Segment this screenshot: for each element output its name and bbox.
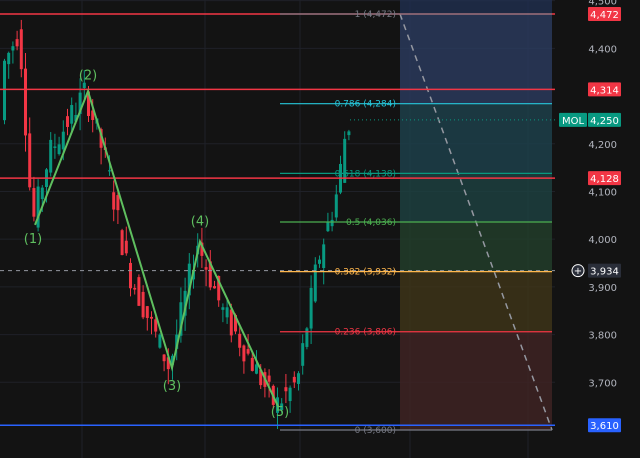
candle-body — [49, 139, 53, 173]
candle-body — [158, 334, 162, 348]
price-axis-tick: 3,900 — [588, 283, 617, 294]
wave-label: (5) — [271, 405, 289, 420]
price-tag-label: 4,472 — [590, 10, 619, 21]
price-tag-label: 4,128 — [590, 174, 619, 185]
price-axis-tick: 4,100 — [588, 187, 617, 198]
fib-band — [400, 14, 552, 104]
candle-body — [57, 144, 61, 155]
candle-body — [221, 307, 225, 310]
candle-body — [15, 39, 19, 47]
price-tag-label: 4,314 — [590, 85, 619, 96]
candle-body — [129, 262, 132, 289]
candle-body — [7, 52, 11, 65]
fib-level-label: 0.618 (4,138) — [335, 169, 396, 179]
price-axis-tick: 3,700 — [588, 378, 617, 389]
symbol-tag-label: MOL — [562, 116, 584, 127]
candle-body — [108, 170, 111, 172]
candle-body — [326, 221, 330, 232]
fib-level-label: 0.786 (4,284) — [335, 100, 396, 110]
candle-body — [250, 357, 254, 371]
fibonacci-bands — [399, 0, 553, 431]
candle-body — [53, 146, 57, 148]
candle-body — [267, 375, 271, 382]
candle-body — [255, 364, 258, 374]
candle-body — [322, 244, 326, 269]
candle-body — [225, 307, 229, 318]
crosshair-icon-glyph: + — [574, 266, 582, 277]
candle-body — [238, 333, 242, 348]
price-axis[interactable]: 4,500 4,400 4,200 4,100 4,000 3,900 3,800 3,700… — [555, 0, 640, 458]
wave-label: (2) — [79, 68, 97, 83]
candle-body — [284, 387, 288, 392]
candle-body — [150, 316, 153, 319]
candle-body — [133, 287, 137, 290]
candle-body — [116, 195, 120, 211]
wave-label: (1) — [24, 232, 42, 247]
price-axis-tick: 4,200 — [588, 140, 617, 151]
candle-body — [120, 230, 124, 255]
price-tag-label: 3,610 — [590, 421, 619, 432]
candle-body — [124, 240, 128, 254]
price-chart[interactable]: 1 (4,472) 0.786 (4,284) 0.618 (4,138) 0.5 (… — [0, 0, 640, 458]
candle-body — [61, 131, 65, 150]
price-tag-label: 3,934 — [590, 267, 619, 278]
candle-body — [19, 29, 23, 70]
fib-band — [400, 331, 552, 430]
candle-body — [313, 264, 317, 302]
candle-body — [213, 286, 216, 289]
candle-body — [301, 343, 305, 366]
price-tag-label: 4,250 — [590, 116, 619, 127]
candle-body — [229, 309, 233, 336]
candle-body — [242, 345, 246, 362]
candle-body — [66, 116, 69, 127]
candle-body — [112, 192, 116, 210]
fib-band — [400, 271, 552, 332]
price-axis-tick: 3,800 — [588, 331, 617, 342]
price-axis-tick: 4,500 — [588, 0, 617, 8]
candle-body — [318, 259, 321, 264]
candle-body — [309, 287, 313, 329]
candle-body — [347, 131, 351, 136]
fib-band — [400, 103, 552, 174]
candlestick-series — [3, 19, 351, 429]
wave-label: (4) — [191, 215, 209, 230]
candle-body — [82, 82, 86, 89]
candle-body — [141, 291, 145, 318]
candle-body — [288, 387, 292, 402]
fib-band — [400, 222, 552, 272]
fib-level-label: 0.5 (4,036) — [346, 218, 396, 228]
candle-body — [145, 306, 149, 318]
price-axis-background — [555, 0, 640, 458]
fib-level-label: 0.382 (3,932) — [335, 268, 396, 278]
candle-body — [162, 354, 166, 362]
candle-body — [3, 60, 6, 121]
fib-level-label: 0.236 (3,806) — [335, 328, 396, 338]
candle-body — [40, 187, 44, 200]
candle-body — [297, 373, 300, 384]
candle-body — [137, 277, 141, 306]
candle-body — [70, 105, 74, 124]
wave-label: (3) — [163, 379, 181, 394]
candle-body — [32, 188, 36, 217]
candle-body — [204, 267, 208, 270]
candle-body — [246, 349, 250, 354]
candle-body — [334, 194, 338, 218]
candle-body — [330, 219, 334, 227]
candle-body — [24, 68, 27, 136]
wave-path[interactable] — [34, 88, 279, 407]
price-axis-tick: 4,000 — [588, 235, 617, 246]
fib-level-label: 1 (4,472) — [355, 10, 396, 20]
price-axis-tick: 4,400 — [588, 44, 617, 55]
fib-band — [400, 0, 552, 14]
candle-body — [292, 376, 296, 383]
candle-body — [11, 46, 15, 51]
candle-body — [28, 133, 32, 188]
fib-level-label: 0 (3,600) — [355, 426, 396, 436]
fib-band — [400, 173, 552, 222]
